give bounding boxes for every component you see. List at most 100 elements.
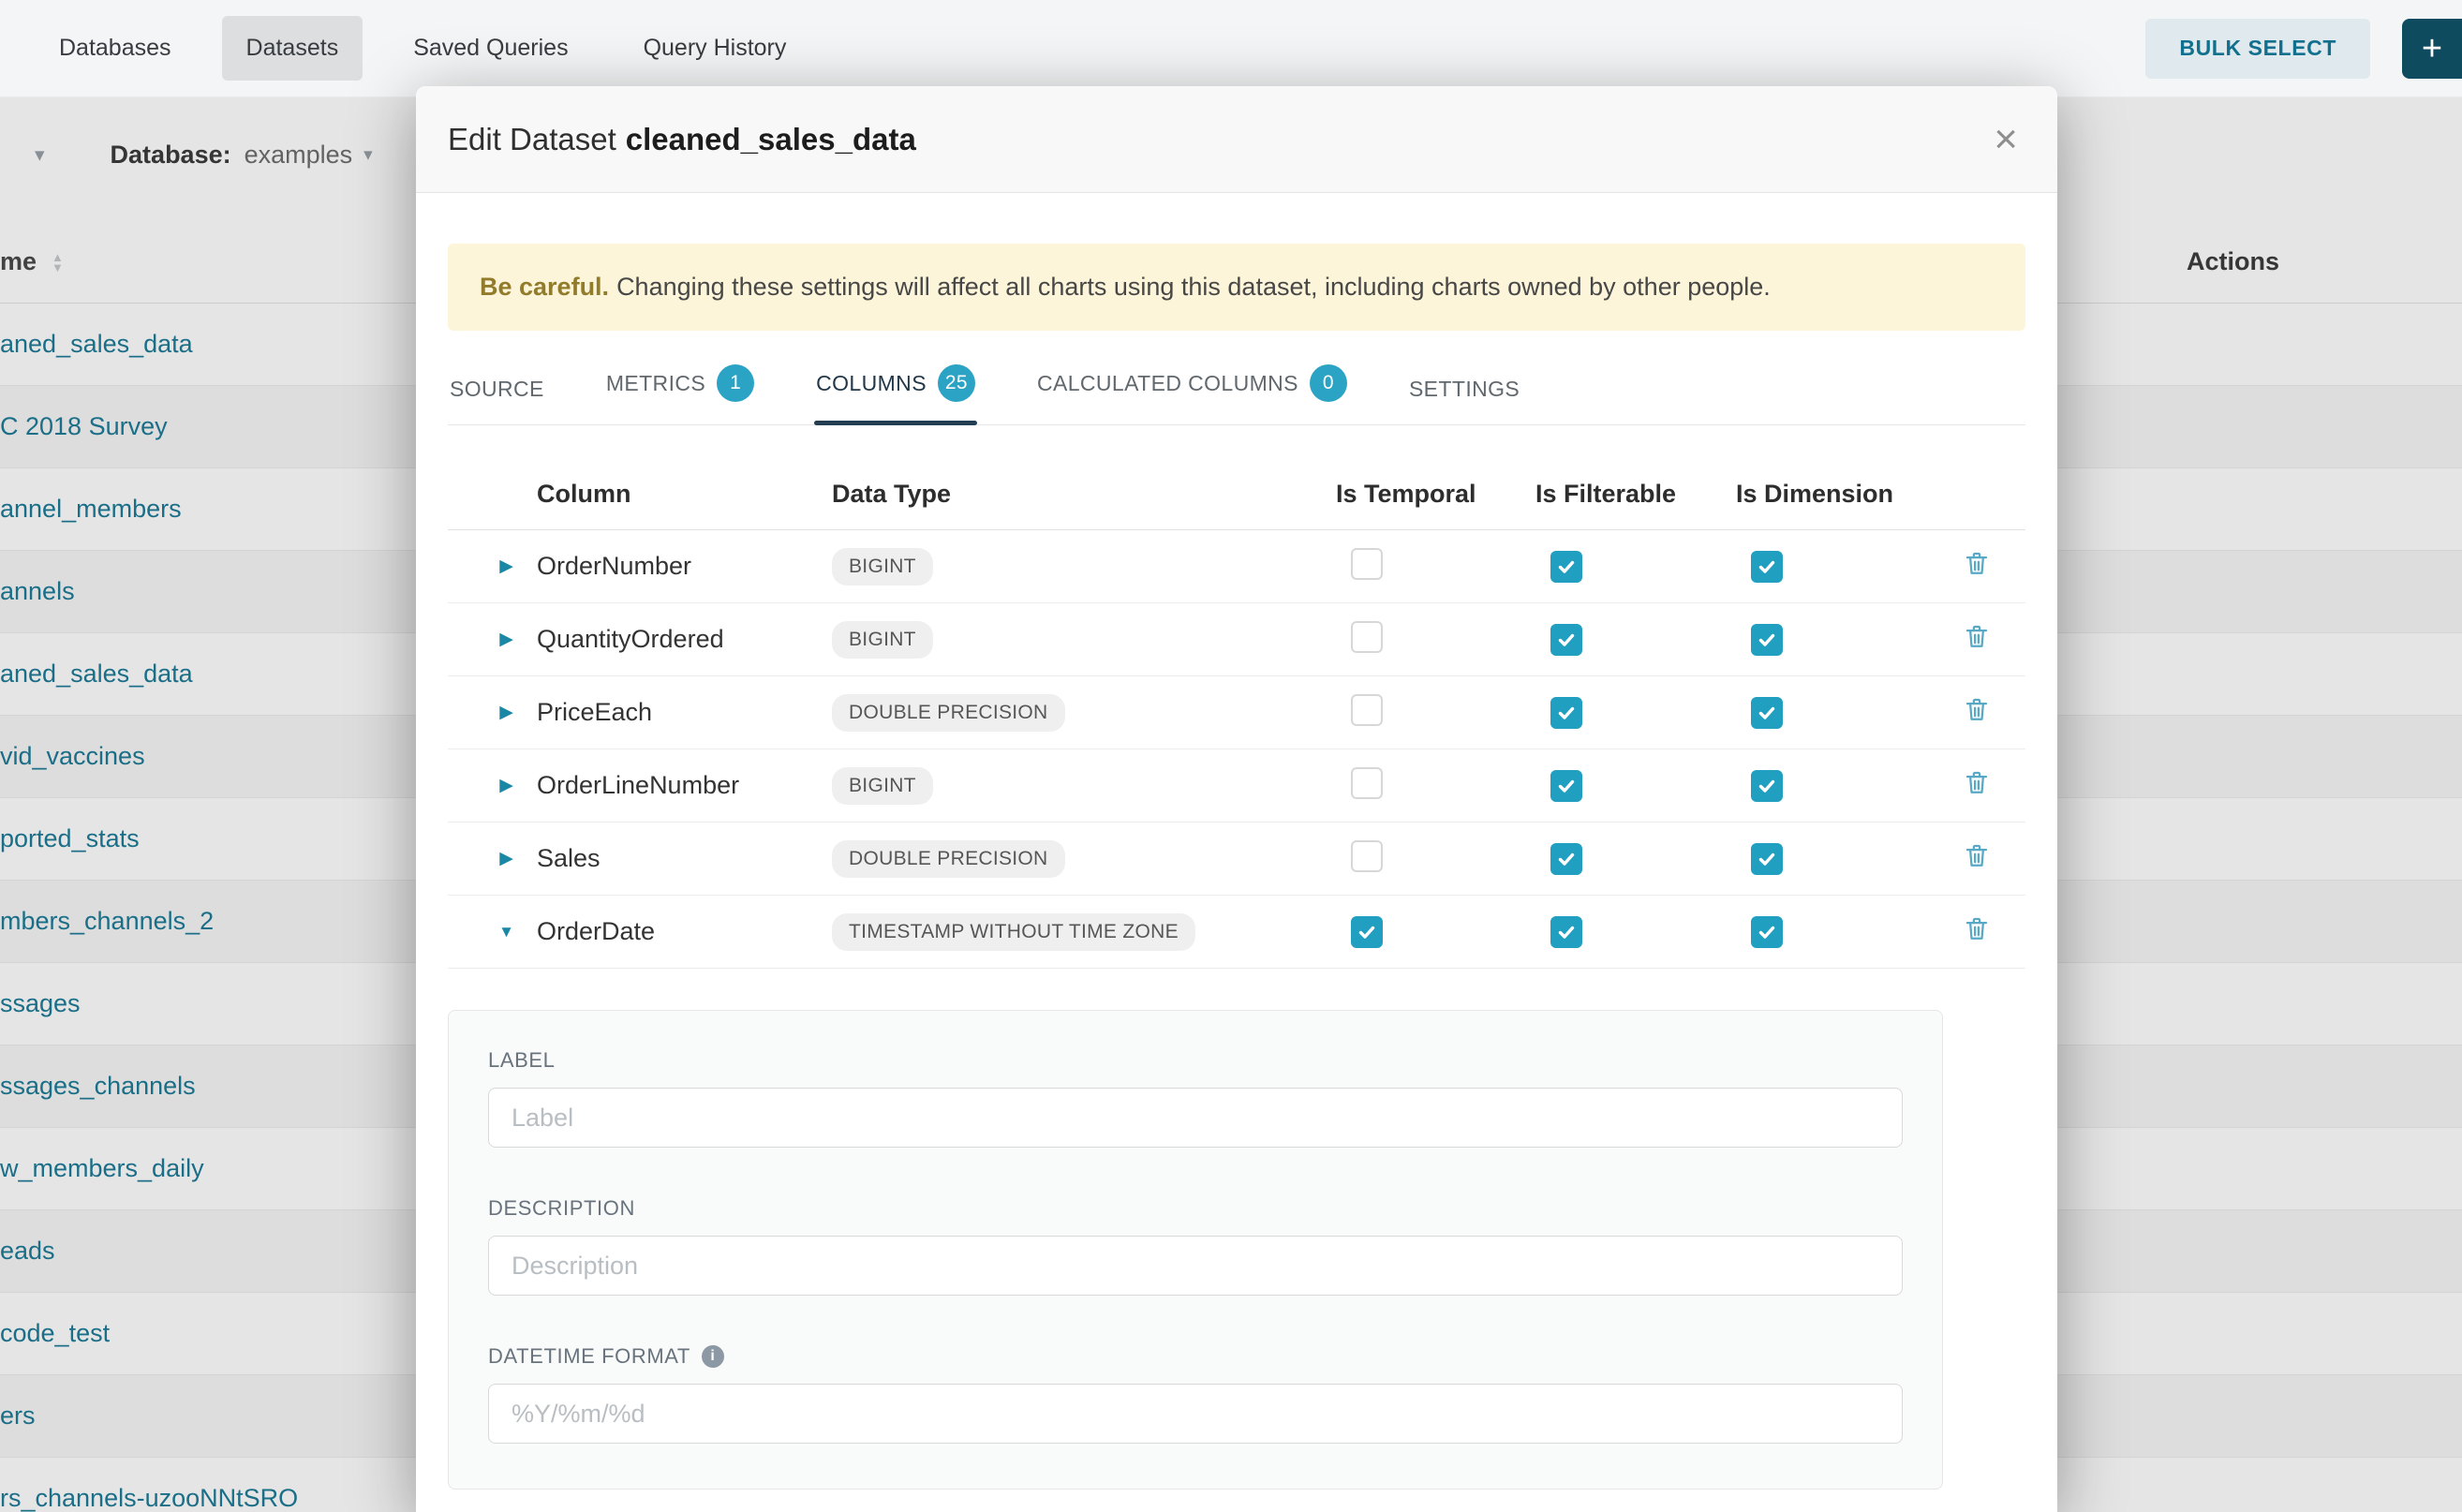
modal-tab-metrics[interactable]: METRICS1 <box>604 364 756 424</box>
expand-caret-icon[interactable]: ▶ <box>476 848 537 869</box>
bulk-select-button[interactable]: BULK SELECT <box>2145 19 2370 79</box>
data-type-pill: DOUBLE PRECISION <box>832 840 1065 878</box>
is-dimension-checkbox[interactable] <box>1751 624 1783 656</box>
nav-tab-saved-queries[interactable]: Saved Queries <box>389 16 592 81</box>
data-type-pill: BIGINT <box>832 621 933 659</box>
is-temporal-checkbox-cell <box>1336 916 1535 948</box>
column-row-priceeach: ▶PriceEachDOUBLE PRECISION <box>448 676 2025 749</box>
warning-bold-text: Be careful. <box>480 273 609 301</box>
top-nav: Databases Datasets Saved Queries Query Hist… <box>0 0 2462 97</box>
column-header-data-type: Data Type <box>832 480 1336 509</box>
label-field-label: LABEL <box>488 1048 1903 1073</box>
delete-column-button[interactable] <box>1963 696 1991 724</box>
tab-count-badge: 25 <box>938 364 975 402</box>
row-actions-cell <box>1936 696 2025 729</box>
is-dimension-checkbox-cell <box>1736 551 1936 583</box>
nav-tab-query-history[interactable]: Query History <box>619 16 811 81</box>
is-dimension-checkbox[interactable] <box>1751 551 1783 583</box>
modal-header: Edit Dataset cleaned_sales_data × <box>416 86 2057 193</box>
modal-tab-settings[interactable]: SETTINGS <box>1407 377 1521 424</box>
is-dimension-checkbox[interactable] <box>1751 697 1783 729</box>
collapse-caret-icon[interactable]: ▼ <box>476 923 537 941</box>
is-filterable-checkbox[interactable] <box>1550 551 1582 583</box>
data-type-pill: BIGINT <box>832 767 933 805</box>
modal-tabs: SOURCE METRICS1 COLUMNS 25 CALCULATED COLUMN… <box>448 364 2025 425</box>
is-filterable-checkbox[interactable] <box>1550 843 1582 875</box>
column-name: QuantityOrdered <box>537 625 832 654</box>
modal-title-dataset: cleaned_sales_data <box>626 122 916 156</box>
nav-tab-datasets[interactable]: Datasets <box>222 16 363 81</box>
is-temporal-checkbox-cell <box>1336 840 1535 877</box>
modal-body: Be careful.Changing these settings will … <box>416 244 2057 1490</box>
tab-label: COLUMNS <box>816 371 927 396</box>
columns-table-body: ▶OrderNumberBIGINT▶QuantityOrderedBIGINT… <box>448 530 2025 969</box>
delete-column-button[interactable] <box>1963 623 1991 651</box>
delete-column-button[interactable] <box>1963 769 1991 797</box>
close-icon[interactable]: × <box>1994 119 2018 160</box>
is-temporal-checkbox[interactable] <box>1351 916 1383 948</box>
column-name: PriceEach <box>537 698 832 727</box>
data-type-pill: TIMESTAMP WITHOUT TIME ZONE <box>832 913 1195 951</box>
delete-column-button[interactable] <box>1963 915 1991 943</box>
modal-title-prefix: Edit Dataset <box>448 122 616 156</box>
is-temporal-checkbox-cell <box>1336 767 1535 804</box>
nav-tab-databases[interactable]: Databases <box>35 16 196 81</box>
data-type-cell: TIMESTAMP WITHOUT TIME ZONE <box>832 913 1336 951</box>
description-field-group: DESCRIPTION <box>488 1196 1903 1296</box>
warning-banner: Be careful.Changing these settings will … <box>448 244 2025 331</box>
delete-column-button[interactable] <box>1963 842 1991 870</box>
is-filterable-checkbox[interactable] <box>1550 624 1582 656</box>
tab-label: METRICS <box>606 371 705 396</box>
row-actions-cell <box>1936 769 2025 802</box>
is-temporal-checkbox[interactable] <box>1351 767 1383 799</box>
expand-caret-icon[interactable]: ▶ <box>476 556 537 577</box>
label-field-label-text: LABEL <box>488 1048 556 1073</box>
is-filterable-checkbox-cell <box>1535 916 1736 948</box>
column-row-quantityordered: ▶QuantityOrderedBIGINT <box>448 603 2025 676</box>
is-temporal-checkbox[interactable] <box>1351 621 1383 653</box>
column-name: OrderDate <box>537 917 832 946</box>
datetime-format-label-text: DATETIME FORMAT <box>488 1344 690 1369</box>
is-dimension-checkbox-cell <box>1736 916 1936 948</box>
column-detail-panel: LABEL DESCRIPTION DATETIME FORMAT i <box>448 1010 1943 1490</box>
warning-text: Changing these settings will affect all … <box>616 273 1771 301</box>
is-temporal-checkbox[interactable] <box>1351 840 1383 872</box>
datetime-format-input[interactable] <box>488 1384 1903 1444</box>
column-name: OrderLineNumber <box>537 771 832 800</box>
columns-table-header: Column Data Type Is Temporal Is Filterab… <box>448 425 2025 530</box>
modal-tab-columns[interactable]: COLUMNS 25 <box>814 364 977 424</box>
info-icon[interactable]: i <box>702 1345 724 1368</box>
column-header-is-dimension: Is Dimension <box>1736 480 1936 509</box>
column-header-is-filterable: Is Filterable <box>1535 480 1736 509</box>
tab-label: SOURCE <box>450 377 544 402</box>
is-filterable-checkbox[interactable] <box>1550 770 1582 802</box>
is-temporal-checkbox[interactable] <box>1351 548 1383 580</box>
is-temporal-checkbox-cell <box>1336 694 1535 731</box>
is-filterable-checkbox-cell <box>1535 843 1736 875</box>
delete-column-button[interactable] <box>1963 550 1991 578</box>
label-field-group: LABEL <box>488 1048 1903 1148</box>
is-dimension-checkbox[interactable] <box>1751 770 1783 802</box>
column-row-ordernumber: ▶OrderNumberBIGINT <box>448 530 2025 603</box>
expand-caret-icon[interactable]: ▶ <box>476 629 537 650</box>
label-input[interactable] <box>488 1088 1903 1148</box>
expand-caret-icon[interactable]: ▶ <box>476 702 537 723</box>
column-row-orderlinenumber: ▶OrderLineNumberBIGINT <box>448 749 2025 823</box>
expand-caret-icon[interactable]: ▶ <box>476 775 537 796</box>
is-dimension-checkbox[interactable] <box>1751 916 1783 948</box>
modal-tab-calculated-columns[interactable]: CALCULATED COLUMNS0 <box>1035 364 1349 424</box>
modal-tab-source[interactable]: SOURCE <box>448 377 546 424</box>
is-filterable-checkbox[interactable] <box>1550 916 1582 948</box>
is-filterable-checkbox[interactable] <box>1550 697 1582 729</box>
column-header-is-temporal: Is Temporal <box>1336 480 1535 509</box>
row-actions-cell <box>1936 623 2025 656</box>
description-field-label: DESCRIPTION <box>488 1196 1903 1221</box>
data-type-pill: DOUBLE PRECISION <box>832 694 1065 732</box>
is-temporal-checkbox[interactable] <box>1351 694 1383 726</box>
add-dataset-button[interactable]: + <box>2402 19 2462 79</box>
columns-table: Column Data Type Is Temporal Is Filterab… <box>448 425 2025 969</box>
is-filterable-checkbox-cell <box>1535 551 1736 583</box>
data-type-cell: DOUBLE PRECISION <box>832 694 1336 732</box>
is-dimension-checkbox[interactable] <box>1751 843 1783 875</box>
description-input[interactable] <box>488 1236 1903 1296</box>
